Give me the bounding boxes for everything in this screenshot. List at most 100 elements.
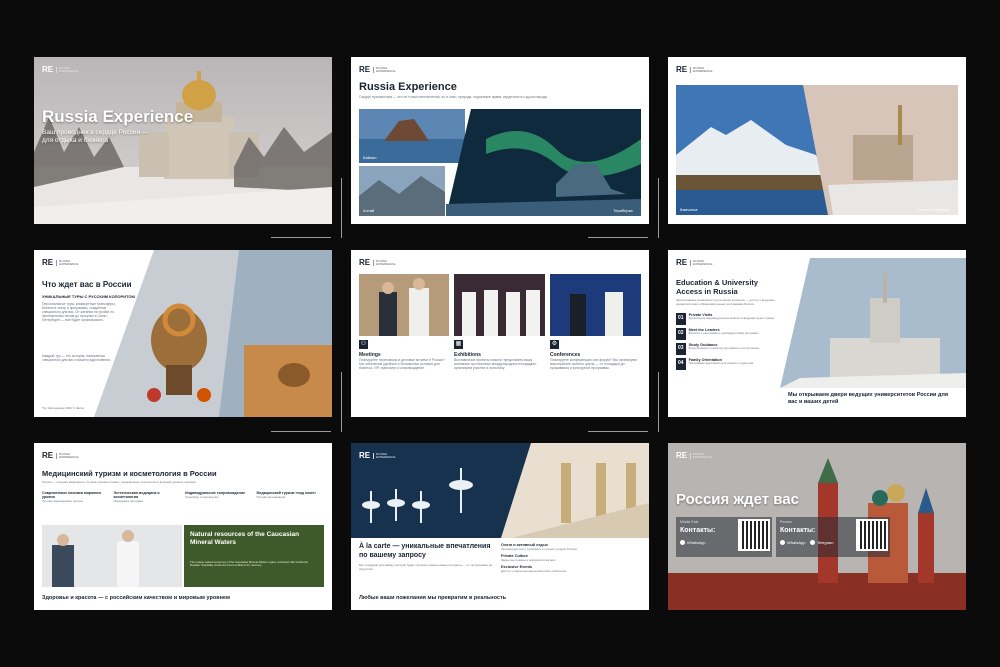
saint-petersburg-photo xyxy=(803,85,958,215)
slide-medical-tourism[interactable]: RE RUSSIA EXPERIENCE Медицинский туризм … xyxy=(34,443,332,610)
logo: RE RUSSIA EXPERIENCE xyxy=(359,65,398,74)
column-conferences: ⚙ Conferences Планируете конференцию или… xyxy=(550,340,640,370)
feature-card: Эстетическая медицина и косметология Пер… xyxy=(114,491,182,503)
feature-text: Передовые методики xyxy=(113,499,144,503)
item-text: Программы адаптации для семей и студенто… xyxy=(688,361,754,365)
feature-card: Индивидуальное сопровождение Трансфер и … xyxy=(185,491,253,503)
logo: RE RUSSIA EXPERIENCE xyxy=(676,65,715,74)
logo-subtitle: RUSSIA EXPERIENCE xyxy=(56,259,81,266)
teriberka-aurora-photo xyxy=(446,109,641,216)
divider xyxy=(658,372,659,432)
panel-title: Natural resources of the Caucasian Miner… xyxy=(190,531,300,546)
university-photo xyxy=(780,258,966,388)
divider xyxy=(271,431,331,432)
telegram-link[interactable]: Telegram xyxy=(810,540,833,545)
logo-subtitle: RUSSIA EXPERIENCE xyxy=(690,452,715,459)
telegram-icon xyxy=(810,540,815,545)
samovar-photo xyxy=(94,250,332,417)
feature-row: Современные клиники мирового уровня Лучш… xyxy=(42,491,324,503)
item-text: Организуем охоту и рыбалку в лучших угод… xyxy=(501,547,578,551)
slide-contacts[interactable]: RE RUSSIA EXPERIENCE Россия ждет вас Mid… xyxy=(668,443,966,610)
whatsapp-link[interactable]: WhatsApp xyxy=(680,540,705,545)
slide-intro: Мы создадим программу, которая будет отр… xyxy=(359,563,493,571)
conferences-photo xyxy=(550,274,641,336)
logo-mark: RE xyxy=(42,65,54,74)
list-item: Private Culture Закрытые показы и экскур… xyxy=(501,554,641,562)
divider xyxy=(588,431,648,432)
whatsapp-icon xyxy=(680,540,685,545)
clinic-photo xyxy=(42,525,182,587)
slide-what-awaits[interactable]: RE RUSSIA EXPERIENCE Что ждет вас в Росс… xyxy=(34,250,332,417)
logo-mark: RE xyxy=(359,65,371,74)
contact-card-middle-east[interactable]: Middle East Контакты: WhatsApp xyxy=(676,517,772,557)
feature-title: Современные клиники мирового уровня xyxy=(42,491,102,499)
slide-subtitle: Ваш проводник в сердце России — для отды… xyxy=(42,129,149,144)
label-saint-petersburg: Санкт-Петербург xyxy=(918,207,950,212)
column-meetings: ⚇ Meetings Планируйте переговоры и делов… xyxy=(359,340,449,370)
slide-footer: Любые ваши пожелания мы превратим в реал… xyxy=(359,595,507,601)
logo-mark: RE xyxy=(42,258,54,267)
logo-subtitle: RUSSIA EXPERIENCE xyxy=(373,452,398,459)
slide-title: Россия ждет вас xyxy=(676,491,799,508)
conference-icon: ⚙ xyxy=(550,340,559,349)
divider xyxy=(658,178,659,238)
slide-tagline: Сердце путешествия — это не только впеча… xyxy=(359,95,548,99)
options-list: Охота и активный отдых Организуем охоту … xyxy=(501,543,641,573)
list-item: Exclusive Events Доступ к закрытым мероп… xyxy=(501,565,641,573)
column-exhibitions: ▦ Exhibitions Выставочные проекты помогу… xyxy=(454,340,544,370)
item-text: Доступ к закрытым мероприятиям и события… xyxy=(501,569,567,573)
logo: RE RUSSIA EXPERIENCE xyxy=(676,451,715,460)
mineral-waters-panel: Natural resources of the Caucasian Miner… xyxy=(184,525,324,587)
exhibition-icon: ▦ xyxy=(454,340,463,349)
slide-cover[interactable]: RE RUSSIA EXPERIENCE Russia Experience В… xyxy=(34,57,332,224)
feature-text: Трансфер и переводчик xyxy=(185,495,219,499)
logo-subtitle: RUSSIA EXPERIENCE xyxy=(56,66,81,73)
channel-label: Telegram xyxy=(817,540,834,545)
logo-mark: RE xyxy=(676,451,688,460)
logo-mark: RE xyxy=(676,258,688,267)
logo-subtitle: RUSSIA EXPERIENCE xyxy=(373,66,398,73)
contact-region: Middle East xyxy=(680,520,699,524)
slide-russia-experience[interactable]: RE RUSSIA EXPERIENCE Russia Experience С… xyxy=(351,57,649,224)
slide-intro: Россия — сильная медицина и лучшие клини… xyxy=(42,480,197,484)
logo-mark: RE xyxy=(42,451,54,460)
slide-title: Russia Experience xyxy=(359,81,457,93)
channel-label: WhatsApp xyxy=(687,540,706,545)
logo-mark: RE xyxy=(676,65,688,74)
contact-label: Контакты: xyxy=(680,527,716,534)
logo-subtitle: RUSSIA EXPERIENCE xyxy=(690,259,715,266)
slide-education[interactable]: RE RUSSIA EXPERIENCE Education & Univers… xyxy=(668,250,966,417)
whatsapp-link[interactable]: WhatsApp xyxy=(780,540,805,545)
logo: RE RUSSIA EXPERIENCE xyxy=(359,451,398,460)
list-item: 03 Study Guidance Консультации по выбору … xyxy=(676,343,786,355)
qr-code-icon[interactable] xyxy=(738,519,770,551)
meetings-photo xyxy=(359,274,449,336)
logo-subtitle: RUSSIA EXPERIENCE xyxy=(56,452,81,459)
column-text: Выставочные проекты помогут представить … xyxy=(454,358,537,370)
palace-photo xyxy=(501,443,649,538)
feature-text: Лучшие медицинские центры xyxy=(42,499,83,503)
list-item: 01 Private Visits Организуем индивидуальн… xyxy=(676,313,786,325)
slide-title: Медицинский туризм и косметология в Росс… xyxy=(42,469,217,478)
handshake-icon: ⚇ xyxy=(359,340,368,349)
column-text: Планируете конференцию или форум? Мы орг… xyxy=(550,358,637,370)
list-item: 02 Meet the Leaders Встречи с ректорами и… xyxy=(676,328,786,340)
slide-a-la-carte[interactable]: RE RUSSIA EXPERIENCE À la carte — уникал… xyxy=(351,443,649,610)
slide-destinations[interactable]: RE RUSSIA EXPERIENCE Камчатка Санкт-Пете… xyxy=(668,57,966,224)
list-item: 04 Family Orientation Программы адаптации… xyxy=(676,358,786,370)
contact-label: Контакты: xyxy=(780,527,816,534)
item-text: Закрытые показы и экскурсии в музеях. xyxy=(501,558,557,562)
logo: RE RUSSIA EXPERIENCE xyxy=(676,258,715,267)
channel-label: WhatsApp xyxy=(787,540,806,545)
slide-title: À la carte — уникальные впечатления по в… xyxy=(359,543,491,559)
slide-intro: Эксклюзивные возможности для наших клиен… xyxy=(676,298,775,306)
education-list: 01 Private Visits Организуем индивидуальн… xyxy=(676,313,786,370)
logo: RE RUSSIA EXPERIENCE xyxy=(42,258,81,267)
label-teriberka: Териберка xyxy=(613,208,633,213)
feature-card: Современные клиники мирового уровня Лучш… xyxy=(42,491,110,503)
contact-card-russia[interactable]: Россия Контакты: WhatsApp Telegram xyxy=(776,517,890,557)
slide-business[interactable]: RE RUSSIA EXPERIENCE ⚇ Meetings Планируй… xyxy=(351,250,649,417)
qr-code-icon[interactable] xyxy=(856,519,888,551)
logo: RE RUSSIA EXPERIENCE xyxy=(359,258,398,267)
item-text: Организуем индивидуальные визиты в ведущ… xyxy=(688,316,775,320)
